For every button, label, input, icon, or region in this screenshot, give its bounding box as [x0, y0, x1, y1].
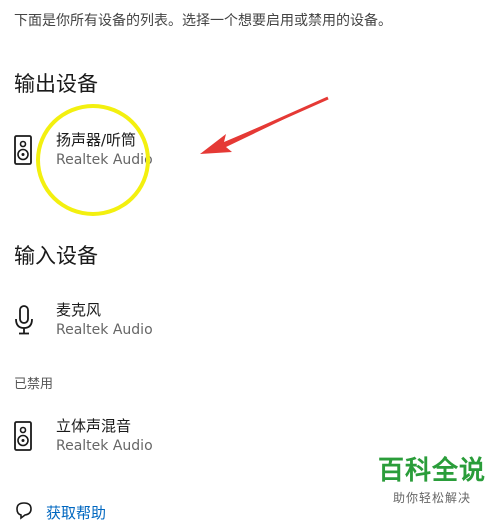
watermark-subtitle: 助你轻松解决 — [392, 491, 471, 505]
watermark: 百科全说 助你轻松解决 — [378, 450, 486, 506]
annotation-highlight-circle — [36, 104, 150, 216]
device-driver: Realtek Audio — [56, 438, 153, 454]
input-devices-heading: 输入设备 — [14, 244, 98, 268]
device-name: 麦克风 — [56, 301, 102, 319]
help-icon — [14, 500, 34, 524]
device-name: 立体声混音 — [56, 417, 132, 435]
device-stereo-mix[interactable]: 立体声混音 Realtek Audio — [14, 416, 234, 464]
device-microphone[interactable]: 麦克风 Realtek Audio — [14, 300, 234, 348]
watermark-title: 百科全说 — [377, 456, 486, 486]
disabled-label: 已禁用 — [14, 377, 54, 392]
intro-text: 下面是你所有设备的列表。选择一个想要启用或禁用的设备。 — [14, 13, 392, 29]
speaker-icon — [14, 418, 48, 454]
microphone-icon — [14, 302, 48, 338]
get-help-link[interactable]: 获取帮助 — [14, 500, 106, 524]
get-help-label: 获取帮助 — [46, 503, 107, 522]
output-devices-heading: 输出设备 — [14, 72, 98, 96]
annotation-arrow-icon — [200, 96, 329, 154]
device-driver: Realtek Audio — [56, 322, 153, 338]
